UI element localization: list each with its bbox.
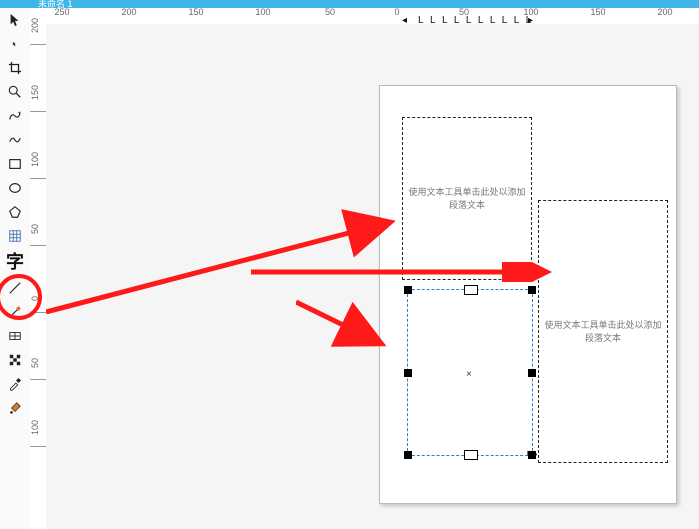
ruler-label: 150 [184, 7, 208, 17]
ruler-label: 100 [30, 152, 40, 167]
ruler-label: 150 [586, 7, 610, 17]
text-flow-in-icon[interactable] [464, 285, 478, 295]
ruler-label: 50 [318, 7, 342, 17]
smart-draw-tool[interactable] [0, 128, 30, 152]
shape-node-tool[interactable] [0, 32, 30, 56]
polygon-tool-icon [8, 205, 22, 219]
line-tool-icon [8, 281, 22, 295]
vertical-ruler[interactable]: 200 150 100 50 0 50 100 [30, 24, 47, 529]
zoom-tool-icon [8, 85, 22, 99]
interactive-fill-tool[interactable] [0, 396, 30, 420]
mesh-fill-icon [8, 329, 22, 343]
polygon-tool[interactable] [0, 200, 30, 224]
ruler-label: 100 [251, 7, 275, 17]
selected-text-frame[interactable]: × ⌙ [407, 289, 533, 456]
text-frame-1[interactable]: 使用文本工具单击此处以添加 段落文本 [402, 117, 532, 280]
crop-tool-icon [8, 61, 22, 75]
horizontal-ruler[interactable]: 250 200 150 100 50 0 50 100 150 200 ◂ L … [30, 8, 699, 25]
ellipse-tool[interactable] [0, 176, 30, 200]
transparency-tool[interactable] [0, 348, 30, 372]
ruler-label: 200 [30, 18, 40, 33]
ruler-label: 200 [117, 7, 141, 17]
text-flow-out-icon[interactable] [464, 450, 478, 460]
grid-tool-icon [8, 229, 22, 243]
ruler-label: 50 [30, 224, 40, 234]
resize-handle-mid-left[interactable] [404, 369, 412, 377]
brush-tool-icon [8, 305, 22, 319]
resize-handle-mid-right[interactable] [528, 369, 536, 377]
freehand-tool[interactable]: + [0, 104, 30, 128]
rectangle-tool-icon [8, 157, 22, 171]
crop-tool[interactable] [0, 56, 30, 80]
smart-draw-icon [8, 133, 22, 147]
resize-diagonal-icon[interactable]: ⌙ [526, 444, 538, 461]
shape-node-icon [12, 41, 19, 48]
text-frame-2[interactable]: 使用文本工具单击此处以添加 段落文本 [538, 200, 668, 463]
transparency-tool-icon [8, 353, 22, 367]
ruler-label: 0 [30, 296, 40, 301]
svg-text:+: + [18, 110, 21, 116]
resize-handle-top-left[interactable] [404, 286, 412, 294]
grid-tool[interactable] [0, 224, 30, 248]
ruler-label: 150 [30, 85, 40, 100]
resize-handle-bottom-left[interactable] [404, 451, 412, 459]
ruler-label: 200 [653, 7, 677, 17]
ellipse-tool-icon [8, 181, 22, 195]
mesh-tool[interactable] [0, 324, 30, 348]
brush-tool[interactable] [0, 300, 30, 324]
text-tool-icon: 字 [6, 253, 24, 271]
canvas-area[interactable]: 使用文本工具单击此处以添加 段落文本 使用文本工具单击此处以添加 段落文本 × … [46, 24, 699, 529]
resize-handle-top-right[interactable] [528, 286, 536, 294]
text-tool[interactable]: 字 [0, 248, 30, 276]
line-tool[interactable] [0, 276, 30, 300]
ruler-label: 100 [30, 420, 40, 435]
rectangle-tool[interactable] [0, 152, 30, 176]
eyedropper-tool[interactable] [0, 372, 30, 396]
pick-tool-icon [8, 13, 22, 27]
ruler-label: 250 [50, 7, 74, 17]
annotation-arrow-1 [46, 154, 406, 314]
freehand-tool-icon: + [8, 109, 22, 123]
pick-tool[interactable] [0, 8, 30, 32]
zoom-tool[interactable] [0, 80, 30, 104]
ruler-label: 50 [30, 358, 40, 368]
interactive-fill-icon [8, 401, 22, 415]
left-toolbar: + 字 [0, 8, 31, 529]
eyedropper-icon [8, 377, 22, 391]
center-mark-icon: × [466, 369, 472, 380]
text-frame-placeholder: 使用文本工具单击此处以添加 段落文本 [544, 319, 661, 344]
text-frame-placeholder: 使用文本工具单击此处以添加 段落文本 [408, 186, 525, 211]
